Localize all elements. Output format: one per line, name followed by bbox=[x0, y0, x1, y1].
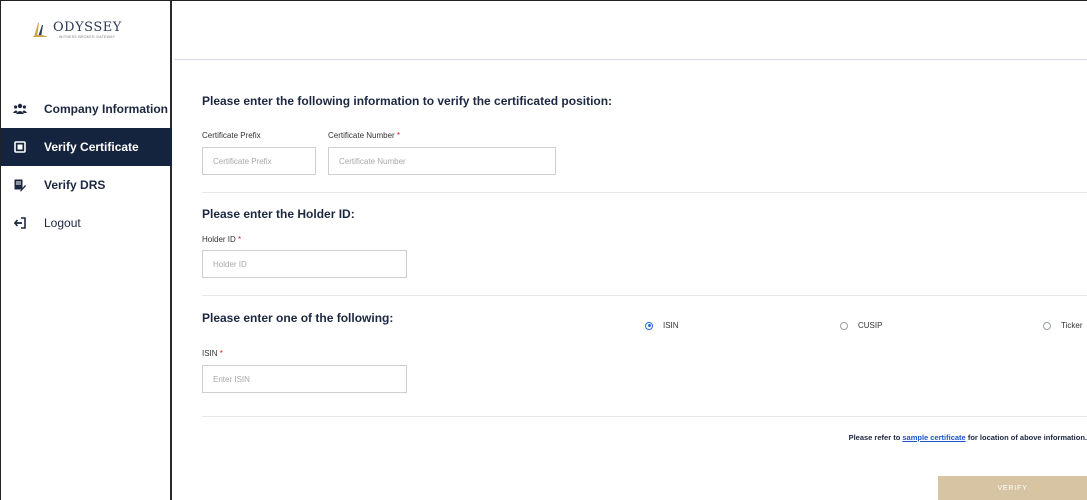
divider bbox=[202, 295, 1087, 296]
radio-unselected-icon bbox=[840, 321, 848, 330]
holder-id-label: Holder ID * bbox=[202, 235, 242, 244]
top-bar bbox=[174, 1, 1087, 60]
radio-unselected-icon bbox=[1043, 321, 1051, 330]
verify-button[interactable]: VERIFY bbox=[938, 476, 1087, 500]
certificate-prefix-label: Certificate Prefix bbox=[202, 131, 261, 140]
help-text: Please refer to sample certificate for l… bbox=[848, 433, 1087, 442]
logout-icon bbox=[12, 215, 28, 231]
sidebar-item-label: Logout bbox=[44, 216, 81, 230]
required-marker: * bbox=[396, 131, 401, 140]
sidebar: ODYSSEY WITNESS BROKER GATEWAY Company I… bbox=[1, 1, 172, 500]
radio-selected-icon bbox=[645, 321, 653, 330]
holder-section-title: Please enter the Holder ID: bbox=[202, 207, 355, 221]
sidebar-item-label: Company Information bbox=[44, 102, 169, 116]
sidebar-item-company-information[interactable]: Company Information bbox=[1, 90, 172, 128]
drs-icon bbox=[12, 177, 28, 193]
certificate-number-label: Certificate Number * bbox=[328, 131, 401, 140]
sidebar-nav: Company Information Verify Certificate V… bbox=[1, 90, 172, 242]
sidebar-item-verify-certificate[interactable]: Verify Certificate bbox=[1, 128, 172, 166]
divider bbox=[202, 416, 1087, 417]
radio-label: Ticker bbox=[1061, 321, 1083, 330]
logo: ODYSSEY WITNESS BROKER GATEWAY bbox=[31, 21, 122, 39]
holder-id-input[interactable] bbox=[202, 250, 407, 278]
certificate-section-title: Please enter the following information t… bbox=[202, 94, 613, 108]
required-marker: * bbox=[219, 349, 223, 358]
radio-cusip[interactable]: CUSIP bbox=[840, 321, 882, 330]
isin-label: ISIN * bbox=[202, 349, 223, 358]
certificate-icon bbox=[12, 139, 28, 155]
certificate-prefix-input[interactable] bbox=[202, 147, 316, 175]
isin-input[interactable] bbox=[202, 365, 407, 393]
sidebar-item-logout[interactable]: Logout bbox=[1, 204, 172, 242]
radio-label: ISIN bbox=[663, 321, 679, 330]
odyssey-logo-icon bbox=[32, 23, 48, 37]
logo-subtitle: WITNESS BROKER GATEWAY bbox=[59, 35, 116, 39]
verify-certificate-form: Please enter the following information t… bbox=[174, 60, 1087, 500]
sidebar-item-verify-drs[interactable]: Verify DRS bbox=[1, 166, 172, 204]
radio-label: CUSIP bbox=[858, 321, 883, 330]
radio-isin[interactable]: ISIN bbox=[645, 321, 679, 330]
divider bbox=[202, 192, 1087, 193]
radio-ticker[interactable]: Ticker bbox=[1043, 321, 1082, 330]
sample-certificate-link[interactable]: sample certificate bbox=[902, 433, 965, 442]
sidebar-item-label: Verify Certificate bbox=[44, 140, 139, 154]
required-marker: * bbox=[238, 235, 242, 244]
certificate-number-input[interactable] bbox=[328, 147, 556, 175]
identifier-section-title: Please enter one of the following: bbox=[202, 311, 394, 325]
users-icon bbox=[12, 101, 28, 117]
logo-name: ODYSSEY bbox=[53, 20, 122, 35]
sidebar-item-label: Verify DRS bbox=[44, 178, 106, 192]
